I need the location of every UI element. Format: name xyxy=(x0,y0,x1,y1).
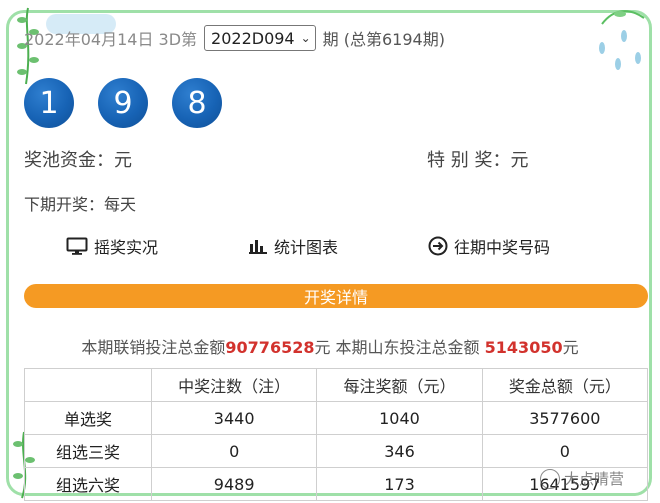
watermark-logo-icon xyxy=(540,468,560,489)
raindrop-decoration xyxy=(599,30,641,70)
prize-amount-cell: 346 xyxy=(316,434,483,468)
shandong-sales-amount: 5143050 xyxy=(484,338,563,357)
table-row: 组选三奖 0 346 0 xyxy=(24,434,649,468)
issue-select[interactable]: 2022D094 ⌄ xyxy=(204,25,316,51)
special-prize: 特 别 奖：元 xyxy=(427,146,528,172)
number-ball: 8 xyxy=(172,78,222,128)
column-header xyxy=(24,368,152,402)
winning-numbers: 1 9 8 xyxy=(24,78,222,128)
column-header: 中奖注数（注） xyxy=(150,368,318,402)
column-header: 每注奖额（元） xyxy=(316,368,483,402)
sales-suffix: 元 xyxy=(562,338,579,357)
sales-summary: 本期联销投注总金额90776528元 本期山东投注总金额 5143050元 xyxy=(0,334,660,358)
quick-links: 摇奖实况 统计图表 往期中奖号码 xyxy=(66,234,586,260)
winners-cell: 9489 xyxy=(150,467,318,501)
history-numbers-link[interactable]: 往期中奖号码 xyxy=(428,234,550,258)
prize-name-cell: 组选六奖 xyxy=(24,467,152,501)
stats-chart-link[interactable]: 统计图表 xyxy=(248,234,338,258)
table-row: 单选奖 3440 1040 3577600 xyxy=(24,401,649,435)
arrow-circle-icon xyxy=(428,236,448,256)
sales-prefix: 本期联销投注总金额 xyxy=(81,338,226,357)
issue-select-value: 2022D094 xyxy=(211,28,295,48)
watermark: 大点睛营 xyxy=(540,468,624,489)
next-draw: 下期开奖：每天 xyxy=(24,195,137,214)
number-ball: 1 xyxy=(24,78,74,128)
special-prize-label: 特 别 奖： xyxy=(427,150,511,171)
stats-chart-label: 统计图表 xyxy=(274,238,339,257)
issue-total: 期 (总第6194期) xyxy=(322,30,445,49)
watermark-text: 大点睛营 xyxy=(564,470,625,488)
monitor-icon xyxy=(66,237,88,255)
leaf-decoration xyxy=(601,10,645,25)
prize-amount-cell: 1040 xyxy=(316,401,483,435)
bar-chart-icon xyxy=(249,240,267,254)
union-sales-amount: 90776528 xyxy=(225,338,315,357)
winners-cell: 3440 xyxy=(150,401,318,435)
draw-details-button[interactable]: 开奖详情 xyxy=(24,284,648,308)
number-ball: 9 xyxy=(98,78,148,128)
prize-pool-label: 奖池资金： xyxy=(24,150,114,171)
draw-date: 2022年04月14日 3D第 xyxy=(24,30,198,49)
column-header: 奖金总额（元） xyxy=(481,368,649,402)
prize-name-cell: 单选奖 xyxy=(24,401,152,435)
live-draw-label: 摇奖实况 xyxy=(94,238,159,257)
chevron-down-icon: ⌄ xyxy=(300,31,311,45)
winners-cell: 0 xyxy=(150,434,318,468)
prize-amount-cell: 173 xyxy=(316,467,483,501)
draw-header: 2022年04月14日 3D第 2022D094 ⌄ 期 (总第6194期) xyxy=(24,25,445,51)
total-amount-cell: 0 xyxy=(481,434,649,468)
history-numbers-label: 往期中奖号码 xyxy=(454,238,551,257)
table-header-row: 中奖注数（注） 每注奖额（元） 奖金总额（元） xyxy=(24,368,649,402)
prize-pool-unit: 元 xyxy=(114,150,132,171)
prize-name-cell: 组选三奖 xyxy=(24,434,152,468)
prize-pool: 奖池资金：元 xyxy=(24,146,132,172)
total-amount-cell: 3577600 xyxy=(481,401,649,435)
sales-mid: 元 本期山东投注总金额 xyxy=(314,338,485,357)
special-prize-unit: 元 xyxy=(510,150,529,171)
live-draw-link[interactable]: 摇奖实况 xyxy=(66,234,158,258)
